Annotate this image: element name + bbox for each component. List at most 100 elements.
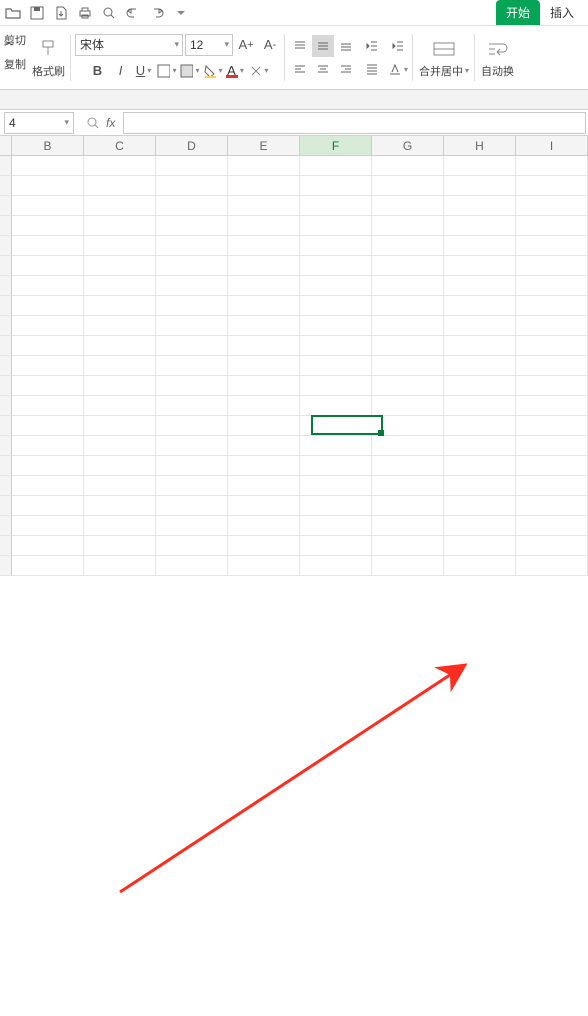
cell[interactable]: [516, 216, 588, 236]
cell[interactable]: [516, 356, 588, 376]
cell[interactable]: [300, 476, 372, 496]
cell[interactable]: [12, 396, 84, 416]
cell[interactable]: [516, 236, 588, 256]
cell[interactable]: [12, 436, 84, 456]
cell[interactable]: [12, 416, 84, 436]
cell[interactable]: [156, 496, 228, 516]
row-header[interactable]: [0, 516, 12, 536]
cell[interactable]: [516, 456, 588, 476]
cell[interactable]: [516, 196, 588, 216]
cell[interactable]: [372, 296, 444, 316]
cell[interactable]: [300, 156, 372, 176]
cell[interactable]: [516, 156, 588, 176]
cell[interactable]: [228, 236, 300, 256]
cell[interactable]: [300, 496, 372, 516]
row-header[interactable]: [0, 456, 12, 476]
cell[interactable]: [228, 316, 300, 336]
cell[interactable]: [84, 356, 156, 376]
cell[interactable]: [156, 396, 228, 416]
col-header[interactable]: H: [444, 136, 516, 155]
active-cell-outline[interactable]: [311, 415, 383, 435]
cell[interactable]: [84, 316, 156, 336]
fill-handle[interactable]: [378, 430, 384, 436]
cell[interactable]: [300, 256, 372, 276]
cell[interactable]: [516, 376, 588, 396]
cell[interactable]: [156, 436, 228, 456]
cell[interactable]: [516, 476, 588, 496]
cell[interactable]: [84, 196, 156, 216]
col-header[interactable]: I: [516, 136, 588, 155]
cell[interactable]: [84, 476, 156, 496]
row-header[interactable]: [0, 536, 12, 556]
cell[interactable]: [516, 256, 588, 276]
cell[interactable]: [228, 356, 300, 376]
row-header[interactable]: [0, 176, 12, 196]
cell[interactable]: [228, 376, 300, 396]
cell[interactable]: [156, 296, 228, 316]
italic-button[interactable]: I: [110, 60, 132, 82]
cell[interactable]: [372, 556, 444, 576]
cell[interactable]: [228, 396, 300, 416]
cell[interactable]: [444, 336, 516, 356]
cell[interactable]: [156, 236, 228, 256]
cell[interactable]: [12, 356, 84, 376]
cell[interactable]: [300, 436, 372, 456]
align-left-button[interactable]: [289, 58, 311, 80]
cell[interactable]: [156, 376, 228, 396]
cell[interactable]: [444, 436, 516, 456]
name-box[interactable]: 4 ▾: [4, 112, 74, 134]
font-color-button[interactable]: A▾: [225, 60, 247, 82]
cell[interactable]: [156, 216, 228, 236]
cell[interactable]: [228, 436, 300, 456]
bold-button[interactable]: B: [87, 60, 109, 82]
cell[interactable]: [516, 276, 588, 296]
cell[interactable]: [444, 556, 516, 576]
align-middle-button[interactable]: [312, 35, 334, 57]
row-header[interactable]: [0, 296, 12, 316]
row-header[interactable]: [0, 216, 12, 236]
cell[interactable]: [84, 376, 156, 396]
row-header[interactable]: [0, 436, 12, 456]
cell[interactable]: [84, 156, 156, 176]
cell[interactable]: [300, 556, 372, 576]
cell[interactable]: [228, 276, 300, 296]
cell[interactable]: [12, 476, 84, 496]
row-header[interactable]: [0, 336, 12, 356]
cell[interactable]: [228, 516, 300, 536]
col-header[interactable]: E: [228, 136, 300, 155]
cell[interactable]: [372, 376, 444, 396]
cell[interactable]: [84, 216, 156, 236]
row-header[interactable]: [0, 416, 12, 436]
cell[interactable]: [12, 456, 84, 476]
border-button[interactable]: ▾: [156, 60, 178, 82]
clear-format-button[interactable]: ▾: [248, 60, 270, 82]
cell[interactable]: [300, 376, 372, 396]
row-header[interactable]: [0, 196, 12, 216]
cell[interactable]: [156, 456, 228, 476]
zoom-icon[interactable]: [86, 116, 100, 130]
row-header[interactable]: [0, 476, 12, 496]
cell[interactable]: [228, 496, 300, 516]
cell[interactable]: [444, 296, 516, 316]
cell[interactable]: [12, 336, 84, 356]
cell[interactable]: [12, 536, 84, 556]
cell[interactable]: [12, 236, 84, 256]
cell[interactable]: [300, 456, 372, 476]
increase-font-button[interactable]: A+: [235, 34, 257, 56]
cell[interactable]: [228, 196, 300, 216]
cell[interactable]: [372, 356, 444, 376]
increase-indent-button[interactable]: [387, 35, 409, 57]
cell[interactable]: [372, 396, 444, 416]
col-header-active[interactable]: F: [300, 136, 372, 155]
cell[interactable]: [444, 416, 516, 436]
align-right-button[interactable]: [335, 58, 357, 80]
row-header[interactable]: [0, 316, 12, 336]
cell[interactable]: [300, 316, 372, 336]
align-top-button[interactable]: [289, 35, 311, 57]
cell[interactable]: [300, 296, 372, 316]
cell[interactable]: [12, 556, 84, 576]
cell[interactable]: [228, 476, 300, 496]
cell[interactable]: [84, 416, 156, 436]
cell[interactable]: [84, 456, 156, 476]
cell[interactable]: [444, 316, 516, 336]
